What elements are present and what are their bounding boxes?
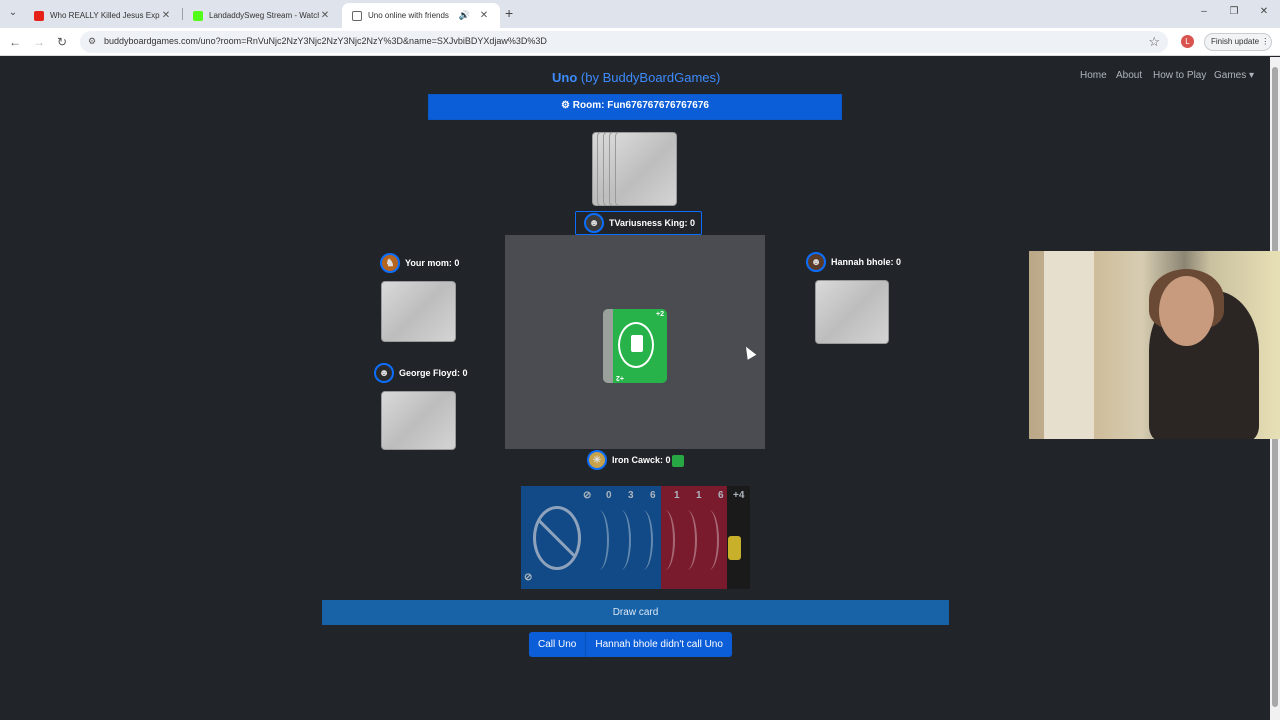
player-left-bottom-label: ☻ George Floyd: 0 <box>374 363 468 383</box>
webcam-background-door <box>1044 251 1094 439</box>
webcam-overlay <box>1029 251 1280 439</box>
profile-avatar[interactable]: L <box>1181 35 1194 48</box>
skip-small-icon: ⊘ <box>583 490 592 501</box>
close-tab-icon[interactable]: ✕ <box>478 10 490 21</box>
player-top-name: TVariusness King: 0 <box>609 218 696 228</box>
new-tab-icon[interactable]: + <box>505 5 519 21</box>
mask-avatar-icon: ☻ <box>584 213 604 233</box>
youtube-favicon-icon <box>34 10 44 21</box>
card-label: 3 <box>628 490 634 501</box>
lion-avatar-icon: ☀ <box>587 450 607 470</box>
nav-how-to-play[interactable]: How to Play <box>1153 70 1206 81</box>
browser-tab-2[interactable]: LandaddySweg Stream - Watch ✕ <box>183 3 341 28</box>
draw-card-button[interactable]: Draw card <box>322 600 949 625</box>
gear-icon: ⚙ <box>561 100 570 111</box>
audio-playing-icon[interactable]: 🔊 <box>459 10 470 21</box>
player-me-name: Iron Cawck: 0 <box>612 455 671 465</box>
room-banner: ⚙ Room: Fun676767676767676 <box>428 94 842 120</box>
finish-update-label: Finish update <box>1211 37 1260 46</box>
card-label: 1 <box>696 490 702 501</box>
draw-two-icon <box>631 335 643 352</box>
card-label: 1 <box>674 490 680 501</box>
card-arc <box>633 510 653 570</box>
card-arc <box>611 510 631 570</box>
tab-title: Who REALLY Killed Jesus Explai <box>50 11 160 20</box>
uno-button-group: Call Uno Hannah bhole didn't call Uno <box>529 632 732 657</box>
brand-byline: (by BuddyBoardGames) <box>577 70 721 85</box>
card-arc <box>655 510 675 570</box>
webcam-person-face <box>1159 276 1214 346</box>
card-label: 6 <box>650 490 656 501</box>
bookmark-star-icon[interactable]: ☆ <box>1148 34 1160 50</box>
tab-title: LandaddySweg Stream - Watch <box>209 11 319 20</box>
player-top-label: ☻ TVariusness King: 0 <box>575 211 703 235</box>
close-tab-icon[interactable]: ✕ <box>319 10 331 21</box>
player-left-bottom-name: George Floyd: 0 <box>399 368 468 378</box>
card-back <box>615 132 677 206</box>
tab-search-icon[interactable]: ⌄ <box>6 7 20 21</box>
uno-favicon-icon <box>352 10 362 21</box>
monkey-avatar-icon: ☻ <box>806 252 826 272</box>
caret-down-icon: ▾ <box>1249 70 1255 81</box>
room-label: Room: Fun676767676767676 <box>572 100 709 111</box>
finish-update-button[interactable]: Finish update ⋮ <box>1204 33 1272 51</box>
player-me-label: ☀ Iron Cawck: 0 <box>587 450 671 470</box>
reload-icon[interactable]: ↻ <box>54 34 70 50</box>
kick-favicon-icon <box>193 10 203 21</box>
current-color-indicator <box>672 455 684 467</box>
nav-games[interactable]: Games ▾ <box>1214 70 1254 81</box>
browser-tabstrip: ⌄ Who REALLY Killed Jesus Explai ✕ Landa… <box>0 0 1280 28</box>
forward-icon[interactable]: → <box>31 34 47 50</box>
restore-icon[interactable]: ❐ <box>1227 6 1241 17</box>
opponent-left-bottom-cards <box>381 391 456 450</box>
minimize-icon[interactable]: – <box>1197 6 1211 17</box>
close-tab-icon[interactable]: ✕ <box>160 10 172 21</box>
card-arc <box>589 510 609 570</box>
player-left-top-name: Your mom: 0 <box>405 258 460 268</box>
card-edge <box>603 309 613 383</box>
discard-pile-card: +2 +2 <box>603 309 667 383</box>
nav-home[interactable]: Home <box>1080 70 1107 81</box>
call-uno-button[interactable]: Call Uno <box>529 632 587 657</box>
card-label: 0 <box>606 490 612 501</box>
card-corner-label: +2 <box>616 374 624 381</box>
skip-corner-icon: ⊘ <box>524 572 533 583</box>
card-corner-label: +2 <box>656 311 664 318</box>
nav-games-label: Games <box>1214 70 1247 81</box>
fox-avatar-icon: ♞ <box>380 253 400 273</box>
url-text[interactable]: buddyboardgames.com/uno?room=RnVuNjc2NzY… <box>104 36 547 46</box>
browser-toolbar: ← → ↻ ⚙ buddyboardgames.com/uno?room=RnV… <box>0 28 1280 56</box>
nav-about[interactable]: About <box>1116 70 1142 81</box>
player-right-label: ☻ Hannah bhole: 0 <box>806 252 901 272</box>
tab-title: Uno online with friends <box>368 11 449 20</box>
card-arc <box>677 510 697 570</box>
skip-card-icon <box>533 506 581 570</box>
brand-name: Uno <box>552 70 578 85</box>
card-label: +4 <box>733 490 745 501</box>
player-right-name: Hannah bhole: 0 <box>831 257 902 267</box>
address-bar[interactable]: ⚙ buddyboardgames.com/uno?room=RnVuNjc2N… <box>80 31 1168 53</box>
site-brand[interactable]: Uno (by BuddyBoardGames) <box>552 70 720 85</box>
wild-yellow-segment <box>728 536 741 560</box>
gorilla-avatar-icon: ☻ <box>374 363 394 383</box>
card-label: 6 <box>718 490 724 501</box>
site-info-icon[interactable]: ⚙ <box>88 36 98 46</box>
callout-uno-button[interactable]: Hannah bhole didn't call Uno <box>586 632 732 657</box>
browser-tab-1[interactable]: Who REALLY Killed Jesus Explai ✕ <box>24 3 182 28</box>
card-arc <box>699 510 719 570</box>
back-icon[interactable]: ← <box>7 34 23 50</box>
opponent-left-top-cards <box>381 281 456 342</box>
close-window-icon[interactable]: ✕ <box>1257 6 1271 17</box>
player-left-top-label: ♞ Your mom: 0 <box>380 253 459 273</box>
opponent-right-cards <box>815 280 889 344</box>
browser-tab-3[interactable]: Uno online with friends 🔊 ✕ <box>342 3 500 28</box>
